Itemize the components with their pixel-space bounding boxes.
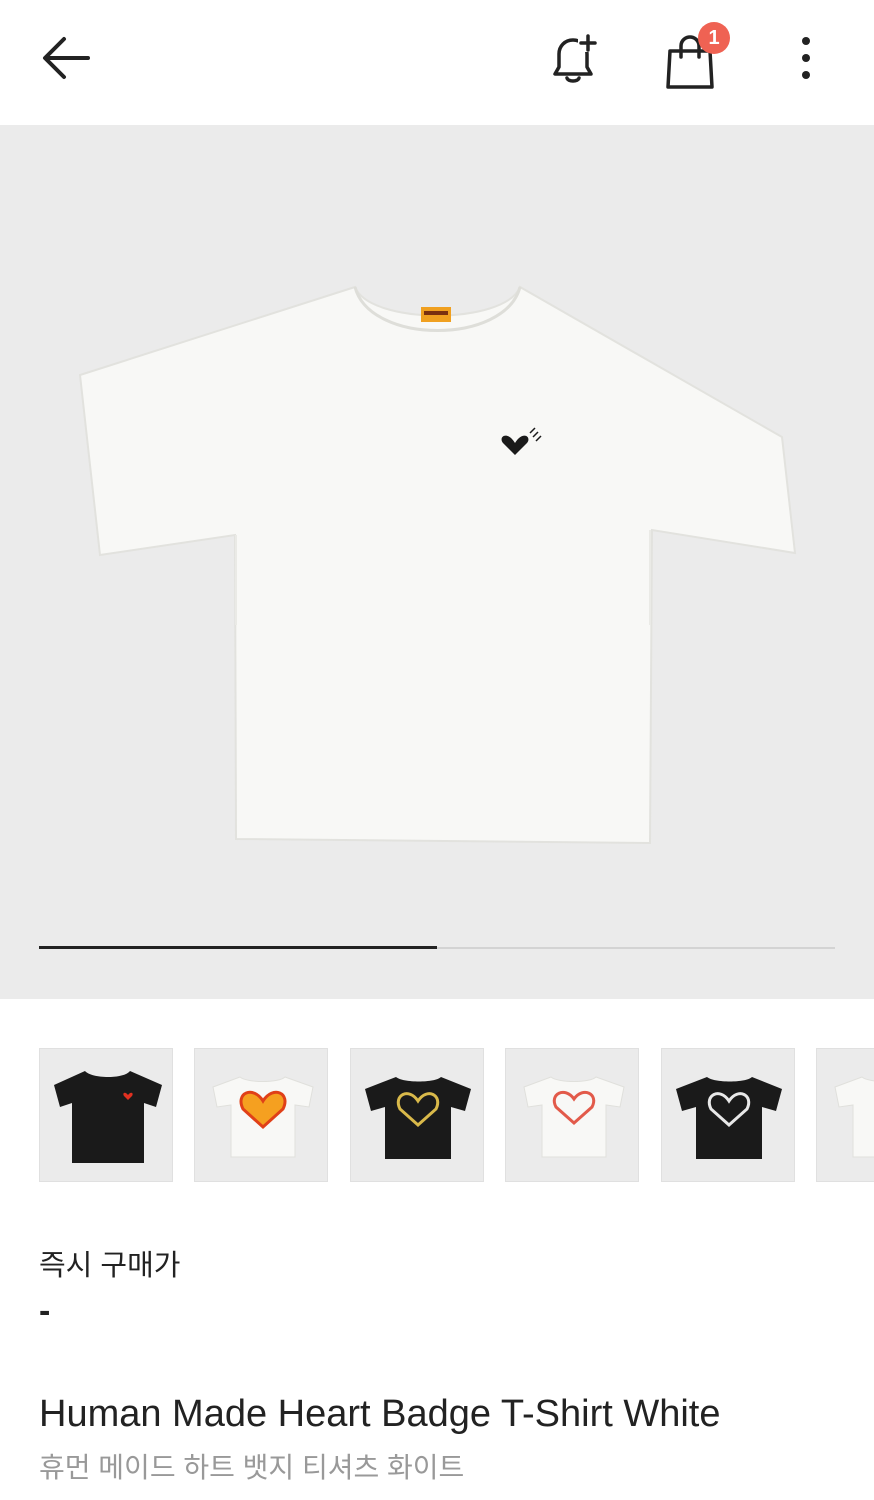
cart-button[interactable]: 1	[660, 22, 730, 92]
thumbnail-white-shirt-partial[interactable]	[816, 1048, 874, 1182]
instant-buy-price-label: 즉시 구매가	[39, 1250, 181, 1282]
more-options-button[interactable]	[780, 28, 832, 88]
product-title-korean: 휴먼 메이드 하트 뱃지 티셔츠 화이트	[39, 1452, 465, 1483]
thumbnail-white-shirt-orange-heart[interactable]	[194, 1048, 328, 1182]
arrow-left-icon	[43, 37, 90, 79]
thumbnail-strip[interactable]	[39, 1048, 874, 1184]
instant-buy-price-value: -	[39, 1292, 51, 1330]
image-progress-track	[39, 946, 835, 949]
product-main-image	[78, 285, 797, 845]
thumbnail-white-shirt-red-heart[interactable]	[505, 1048, 639, 1182]
restock-alert-button[interactable]	[543, 28, 603, 88]
thumbnail-black-shirt-yellow-heart[interactable]	[350, 1048, 484, 1182]
image-progress-indicator	[39, 946, 437, 949]
thumbnail-black-shirt-red-heart[interactable]	[39, 1048, 173, 1182]
back-button[interactable]	[36, 28, 96, 88]
cart-count-badge: 1	[698, 22, 730, 54]
bell-plus-icon	[553, 34, 598, 83]
thumbnail-black-shirt-white-heart[interactable]	[661, 1048, 795, 1182]
product-image-carousel[interactable]	[0, 125, 874, 999]
top-bar: 1	[0, 0, 874, 125]
more-vertical-icon	[802, 37, 810, 79]
product-title-english: Human Made Heart Badge T-Shirt White	[39, 1393, 721, 1435]
